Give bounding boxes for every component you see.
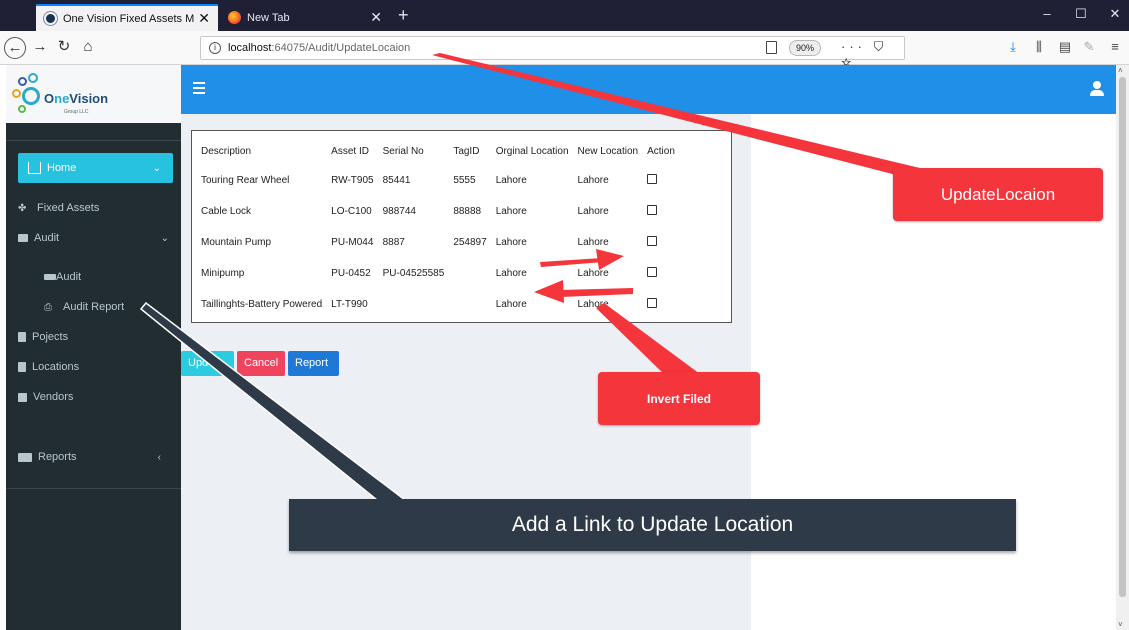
banner-pointer bbox=[139, 301, 408, 501]
screenshot-root: One Vision Fixed Assets Manag ✕ New Tab … bbox=[0, 0, 1129, 630]
callout-pointer-invert bbox=[596, 303, 700, 378]
invert-field-callout: Invert Filed bbox=[598, 372, 760, 425]
update-location-callout: UpdateLocaion bbox=[893, 168, 1103, 221]
callout-pointer-url bbox=[432, 53, 920, 176]
arrow-right-icon bbox=[540, 249, 624, 270]
arrow-left-icon bbox=[534, 280, 633, 303]
add-link-banner: Add a Link to Update Location bbox=[289, 499, 1016, 551]
